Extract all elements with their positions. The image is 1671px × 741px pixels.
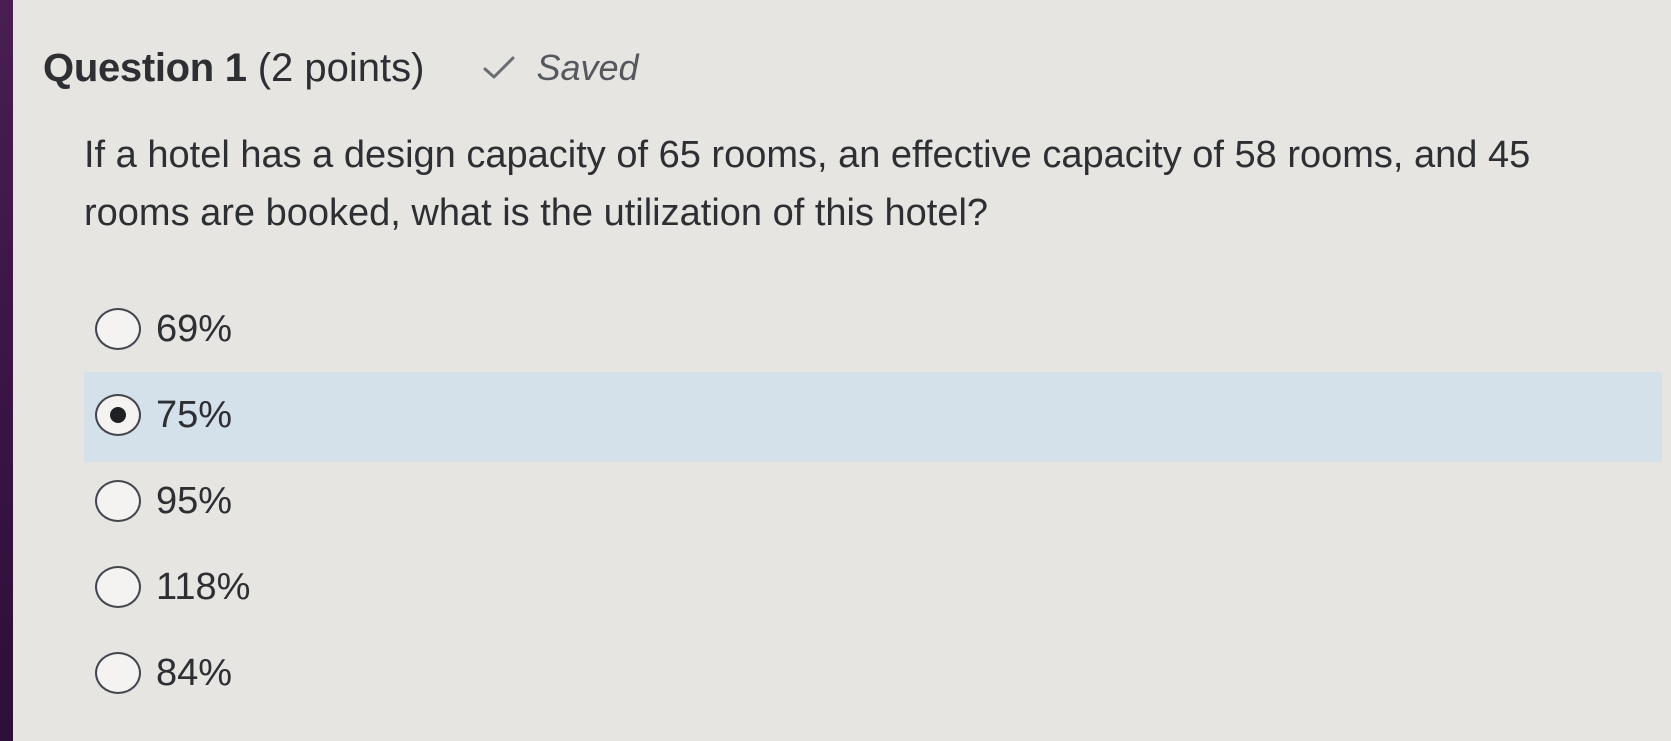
- answer-option-5[interactable]: 84%: [84, 630, 1662, 716]
- option-label: 75%: [156, 393, 233, 436]
- answer-option-4[interactable]: 118%: [84, 544, 1662, 630]
- radio-button[interactable]: [95, 652, 141, 694]
- answer-option-3[interactable]: 95%: [84, 458, 1662, 544]
- answer-options: 69% 75% 95% 118% 84%: [84, 286, 1662, 716]
- saved-status: Saved: [482, 47, 639, 89]
- option-label: 84%: [156, 651, 233, 694]
- radio-dot-icon: [110, 407, 126, 423]
- radio-button[interactable]: [95, 308, 141, 350]
- screen-edge: [0, 0, 13, 741]
- answer-option-1[interactable]: 69%: [84, 286, 1662, 372]
- option-label: 69%: [156, 307, 233, 350]
- radio-button[interactable]: [95, 480, 141, 522]
- radio-button-selected[interactable]: [95, 394, 141, 436]
- answer-option-2[interactable]: 75%: [84, 372, 1662, 462]
- option-label: 95%: [156, 479, 233, 522]
- question-title: Question 1: [43, 45, 247, 90]
- checkmark-icon: [483, 56, 515, 79]
- saved-label: Saved: [536, 47, 639, 88]
- radio-button[interactable]: [95, 566, 141, 608]
- option-label: 118%: [156, 565, 251, 608]
- question-header: Question 1 (2 points) Saved: [43, 40, 639, 96]
- question-text: If a hotel has a design capacity of 65 r…: [84, 134, 1531, 234]
- question-points: (2 points): [257, 45, 425, 90]
